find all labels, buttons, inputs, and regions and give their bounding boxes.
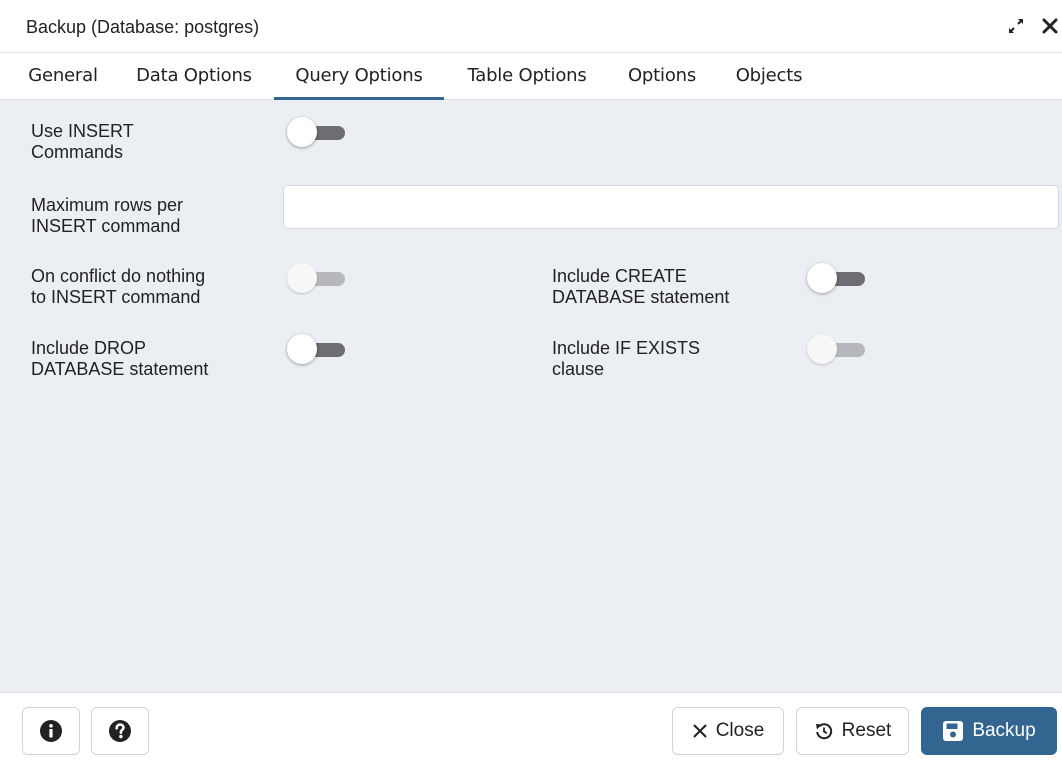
include-drop-label: Include DROP DATABASE statement: [31, 338, 209, 379]
backup-button-label: Backup: [972, 720, 1036, 741]
save-icon: [943, 721, 964, 741]
tab-query-options[interactable]: Query Options: [274, 53, 444, 100]
include-create-label: Include CREATE DATABASE statement: [552, 266, 730, 307]
include-drop-toggle[interactable]: [287, 334, 345, 364]
if-exists-label: Include IF EXISTS clause: [552, 338, 701, 379]
close-icon[interactable]: [1040, 16, 1060, 36]
tab-table-options[interactable]: Table Options: [450, 53, 604, 100]
tab-general[interactable]: General: [16, 53, 110, 100]
max-rows-input[interactable]: [283, 185, 1059, 229]
close-button[interactable]: Close: [672, 707, 784, 755]
tab-bar: General Data Options Query Options Table…: [0, 53, 1062, 100]
query-options-panel: Use INSERT Commands Maximum rows per INS…: [0, 100, 1062, 692]
tab-data-options[interactable]: Data Options: [120, 53, 268, 100]
if-exists-toggle[interactable]: [807, 334, 865, 364]
dialog-title: Backup (Database: postgres): [26, 17, 260, 37]
expand-icon[interactable]: [1006, 16, 1026, 36]
max-rows-label: Maximum rows per INSERT command: [31, 195, 184, 236]
close-button-label: Close: [715, 720, 765, 741]
reset-icon: [815, 723, 832, 740]
info-icon: [40, 720, 62, 742]
backup-dialog: Backup (Database: postgres) General Data…: [0, 0, 1062, 768]
on-conflict-label: On conflict do nothing to INSERT command: [31, 266, 206, 307]
tab-objects[interactable]: Objects: [722, 53, 816, 100]
title-bar: Backup (Database: postgres): [0, 0, 1062, 53]
backup-button[interactable]: Backup: [921, 707, 1057, 755]
use-insert-toggle[interactable]: [287, 117, 345, 147]
reset-button-label: Reset: [841, 720, 892, 741]
reset-button[interactable]: Reset: [796, 707, 909, 755]
info-button[interactable]: [22, 707, 80, 755]
tab-options[interactable]: Options: [614, 53, 710, 100]
dialog-footer: Close Reset Backup: [0, 692, 1062, 768]
include-create-toggle[interactable]: [807, 263, 865, 293]
on-conflict-toggle[interactable]: [287, 263, 345, 293]
help-icon: [109, 720, 131, 742]
x-icon: [692, 724, 707, 738]
help-button[interactable]: [91, 707, 149, 755]
use-insert-label: Use INSERT Commands: [31, 121, 134, 162]
